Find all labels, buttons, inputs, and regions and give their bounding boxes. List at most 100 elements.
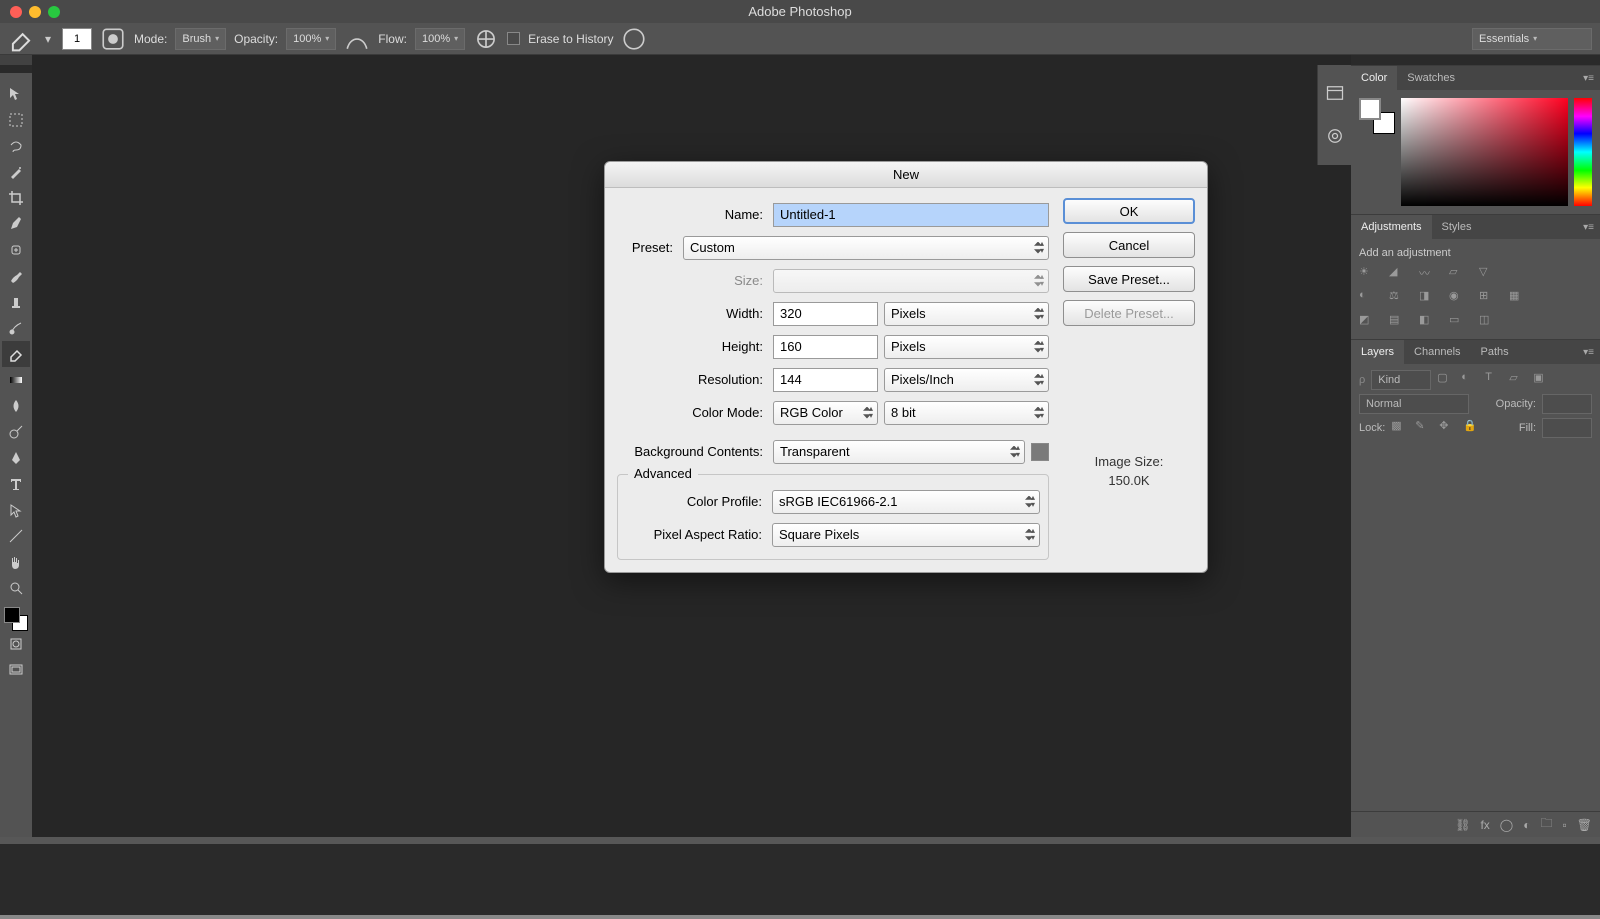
hue-slider[interactable] <box>1574 98 1592 206</box>
move-tool[interactable] <box>2 81 30 107</box>
resolution-input[interactable] <box>773 368 878 392</box>
color-depth-select[interactable]: 8 bit▴▾ <box>884 401 1049 425</box>
clone-stamp-tool[interactable] <box>2 289 30 315</box>
foreground-background-swatch[interactable] <box>4 607 28 631</box>
tab-color[interactable]: Color <box>1351 66 1397 90</box>
eyedropper-tool[interactable] <box>2 211 30 237</box>
filter-smart-icon[interactable]: ▣ <box>1533 371 1551 389</box>
properties-panel-icon[interactable] <box>1325 126 1345 144</box>
magic-wand-tool[interactable] <box>2 159 30 185</box>
color-profile-select[interactable]: sRGB IEC61966-2.1▴▾ <box>772 490 1040 514</box>
color-lookup-icon[interactable]: ▦ <box>1509 289 1527 307</box>
hue-sat-icon[interactable]: ◐ <box>1359 289 1377 307</box>
color-field[interactable] <box>1401 98 1568 206</box>
flow-select[interactable]: 100%▾ <box>415 28 465 50</box>
filter-type-icon[interactable]: T <box>1485 371 1503 389</box>
brightness-contrast-icon[interactable]: ☀ <box>1359 265 1377 283</box>
filter-pixel-icon[interactable]: ▢ <box>1437 371 1455 389</box>
photo-filter-icon[interactable]: ◉ <box>1449 289 1467 307</box>
filter-shape-icon[interactable]: ▱ <box>1509 371 1527 389</box>
screen-mode-tool[interactable] <box>2 657 30 683</box>
line-tool[interactable] <box>2 523 30 549</box>
type-tool[interactable] <box>2 471 30 497</box>
delete-layer-icon[interactable]: 🗑 <box>1577 818 1592 832</box>
blend-mode-select[interactable]: Normal <box>1359 394 1469 414</box>
link-layers-icon[interactable]: ⛓ <box>1455 818 1470 832</box>
width-unit-select[interactable]: Pixels▴▾ <box>884 302 1049 326</box>
bw-icon[interactable]: ◨ <box>1419 289 1437 307</box>
tab-channels[interactable]: Channels <box>1404 340 1470 364</box>
tab-styles[interactable]: Styles <box>1432 215 1482 239</box>
width-input[interactable] <box>773 302 878 326</box>
gradient-tool[interactable] <box>2 367 30 393</box>
tab-paths[interactable]: Paths <box>1471 340 1519 364</box>
hand-tool[interactable] <box>2 549 30 575</box>
crop-tool[interactable] <box>2 185 30 211</box>
resolution-unit-select[interactable]: Pixels/Inch▴▾ <box>884 368 1049 392</box>
opacity-pressure-icon[interactable] <box>344 28 370 50</box>
layer-opacity-select[interactable] <box>1542 394 1592 414</box>
color-swatch-pair[interactable] <box>1359 98 1395 134</box>
save-preset-button[interactable]: Save Preset... <box>1063 266 1195 292</box>
layer-fx-icon[interactable]: fx <box>1480 818 1489 832</box>
dodge-tool[interactable] <box>2 419 30 445</box>
lasso-tool[interactable] <box>2 133 30 159</box>
layer-fill-select[interactable] <box>1542 418 1592 438</box>
quick-mask-tool[interactable] <box>2 631 30 657</box>
height-input[interactable] <box>773 335 878 359</box>
mode-select[interactable]: Brush▾ <box>175 28 226 50</box>
fg-swatch[interactable] <box>1359 98 1381 120</box>
lock-transparent-icon[interactable]: ▩ <box>1391 419 1409 437</box>
threshold-icon[interactable]: ◧ <box>1419 313 1437 331</box>
opacity-select[interactable]: 100%▾ <box>286 28 336 50</box>
layers-panel-menu-icon[interactable]: ▾≡ <box>1577 340 1600 364</box>
blur-tool[interactable] <box>2 393 30 419</box>
posterize-icon[interactable]: ▤ <box>1389 313 1407 331</box>
tab-adjustments[interactable]: Adjustments <box>1351 215 1432 239</box>
cancel-button[interactable]: Cancel <box>1063 232 1195 258</box>
workspace-select[interactable]: Essentials▾ <box>1472 28 1592 50</box>
brush-size-input[interactable] <box>62 28 92 50</box>
healing-brush-tool[interactable] <box>2 237 30 263</box>
height-unit-select[interactable]: Pixels▴▾ <box>884 335 1049 359</box>
new-fill-adjust-icon[interactable]: ◐ <box>1523 818 1530 832</box>
ok-button[interactable]: OK <box>1063 198 1195 224</box>
gradient-map-icon[interactable]: ▭ <box>1449 313 1467 331</box>
color-panel-menu-icon[interactable]: ▾≡ <box>1577 66 1600 90</box>
adjustments-panel-menu-icon[interactable]: ▾≡ <box>1577 215 1600 239</box>
levels-icon[interactable]: ◢ <box>1389 265 1407 283</box>
selective-color-icon[interactable]: ◫ <box>1479 313 1497 331</box>
name-input[interactable] <box>773 203 1049 227</box>
airbrush-icon[interactable] <box>473 28 499 50</box>
eraser-tool-icon[interactable] <box>8 28 34 50</box>
curves-icon[interactable]: 〰 <box>1419 265 1437 283</box>
history-brush-tool[interactable] <box>2 315 30 341</box>
tab-swatches[interactable]: Swatches <box>1397 66 1465 90</box>
par-select[interactable]: Square Pixels▴▾ <box>772 523 1040 547</box>
zoom-tool[interactable] <box>2 575 30 601</box>
layer-mask-icon[interactable]: ◯ <box>1500 818 1513 832</box>
lock-all-icon[interactable]: 🔒 <box>1463 419 1481 437</box>
history-panel-icon[interactable] <box>1325 83 1345 101</box>
channel-mixer-icon[interactable]: ⊞ <box>1479 289 1497 307</box>
layer-filter-select[interactable]: Kind <box>1371 370 1431 390</box>
brush-preset-picker[interactable] <box>100 28 126 50</box>
erase-to-history-checkbox[interactable] <box>507 32 520 45</box>
bg-select[interactable]: Transparent▴▾ <box>773 440 1025 464</box>
pen-tool[interactable] <box>2 445 30 471</box>
marquee-tool[interactable] <box>2 107 30 133</box>
eraser-tool[interactable] <box>2 341 30 367</box>
brush-tool[interactable] <box>2 263 30 289</box>
preset-select[interactable]: Custom▴▾ <box>683 236 1049 260</box>
pressure-size-icon[interactable] <box>621 28 647 50</box>
filter-adjust-icon[interactable]: ◐ <box>1461 371 1479 389</box>
color-balance-icon[interactable]: ⚖ <box>1389 289 1407 307</box>
exposure-icon[interactable]: ▱ <box>1449 265 1467 283</box>
invert-icon[interactable]: ◩ <box>1359 313 1377 331</box>
new-group-icon[interactable]: 🗀 <box>1540 814 1552 835</box>
tool-preset-picker[interactable]: ▾ <box>42 28 54 50</box>
tab-layers[interactable]: Layers <box>1351 340 1404 364</box>
lock-pixels-icon[interactable]: ✎ <box>1415 419 1433 437</box>
vibrance-icon[interactable]: ▽ <box>1479 265 1497 283</box>
foreground-color-swatch[interactable] <box>4 607 20 623</box>
